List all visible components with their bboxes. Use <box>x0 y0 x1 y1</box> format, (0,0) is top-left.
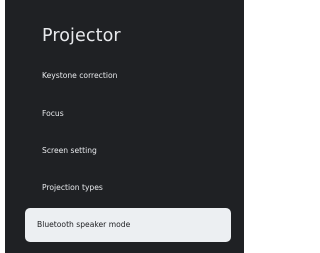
settings-panel: Projector Keystone correction Focus Scre… <box>5 0 244 253</box>
menu-item-label: Keystone correction <box>42 71 118 80</box>
menu-item-projection-types[interactable]: Projection types <box>42 183 103 193</box>
menu-item-label: Projection types <box>42 183 103 192</box>
menu-item-keystone-correction[interactable]: Keystone correction <box>42 71 117 81</box>
page-title: Projector <box>42 26 121 46</box>
menu-item-focus[interactable]: Focus <box>42 109 64 119</box>
menu-item-screen-setting[interactable]: Screen setting <box>42 146 97 156</box>
menu-item-label: Bluetooth speaker mode <box>37 220 131 229</box>
menu-item-label: Screen setting <box>42 146 97 155</box>
menu-item-label: Focus <box>42 109 64 118</box>
menu-item-bluetooth-speaker-mode[interactable]: Bluetooth speaker mode <box>25 208 231 242</box>
